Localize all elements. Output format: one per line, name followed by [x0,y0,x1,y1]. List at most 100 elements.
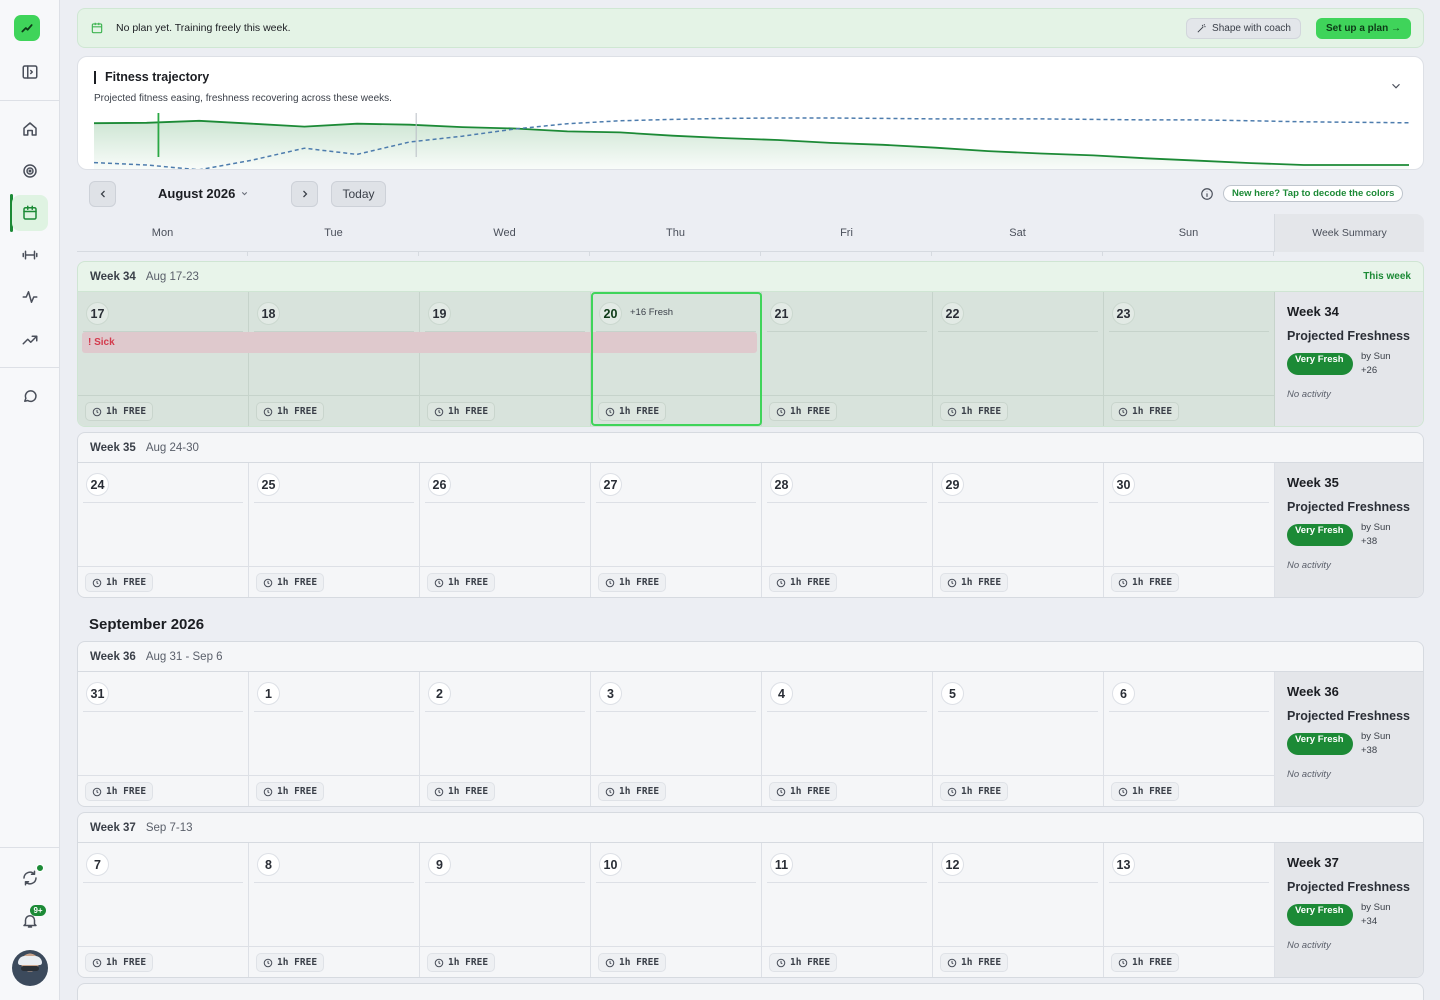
week-summary[interactable]: Week 37 Projected Freshness Very Fresh by S… [1275,843,1423,977]
prev-month-button[interactable] [89,181,116,207]
free-time-chip[interactable]: 1h FREE [598,573,667,592]
day-divider [767,331,927,332]
week-summary[interactable]: Week 36 Projected Freshness Very Fresh by S… [1275,672,1423,806]
toggle-sidebar-button[interactable] [12,54,48,90]
day-cell[interactable]: 3 1h FREE [591,672,762,806]
day-cell[interactable]: 29 1h FREE [933,463,1104,597]
free-time-chip[interactable]: 1h FREE [256,953,325,972]
day-number: 27 [599,473,622,496]
day-cell[interactable]: 27 1h FREE [591,463,762,597]
week-header[interactable]: Week 34 Aug 17-23 This week [78,262,1423,292]
previous-week-cell-edge [1102,252,1103,256]
sidebar-item-workouts[interactable] [12,237,48,273]
decode-colors-button[interactable]: New here? Tap to decode the colors [1223,185,1404,202]
day-cell[interactable]: 28 1h FREE [762,463,933,597]
free-time-chip[interactable]: 1h FREE [85,953,154,972]
day-cell[interactable]: 23 1h FREE [1104,292,1275,426]
day-cell[interactable]: 17 1h FREE [78,292,249,426]
day-cell[interactable]: 30 1h FREE [1104,463,1275,597]
sidebar-item-goals[interactable] [12,153,48,189]
free-time-chip[interactable]: 1h FREE [769,953,838,972]
week-summary[interactable]: Week 34 Projected Freshness Very Fresh by S… [1275,292,1423,426]
free-time-chip[interactable]: 1h FREE [1111,953,1180,972]
day-cell[interactable]: 2 1h FREE [420,672,591,806]
free-time-chip[interactable]: 1h FREE [1111,782,1180,801]
day-cell[interactable]: 22 1h FREE [933,292,1104,426]
week-summary[interactable]: Week 35 Projected Freshness Very Fresh by S… [1275,463,1423,597]
day-cell[interactable]: 1 1h FREE [249,672,420,806]
free-time-chip[interactable]: 1h FREE [1111,573,1180,592]
sidebar-item-activity[interactable] [12,279,48,315]
free-time-chip[interactable]: 1h FREE [940,573,1009,592]
free-time-label: 1h FREE [619,406,660,417]
free-time-chip[interactable]: 1h FREE [598,782,667,801]
sick-event-bar[interactable]: ! Sick [82,332,757,353]
shape-with-coach-button[interactable]: Shape with coach [1186,18,1301,39]
day-cell[interactable]: 13 1h FREE [1104,843,1275,977]
free-time-chip[interactable]: 1h FREE [769,782,838,801]
next-month-button[interactable] [291,181,318,207]
day-cell[interactable]: 11 1h FREE [762,843,933,977]
day-cell[interactable]: 24 1h FREE [78,463,249,597]
info-icon[interactable] [1200,187,1214,201]
free-time-chip[interactable]: 1h FREE [1111,402,1180,421]
free-time-chip[interactable]: 1h FREE [427,782,496,801]
day-number: 20 [599,302,622,325]
set-up-plan-button[interactable]: Set up a plan → [1315,18,1411,39]
day-cell[interactable]: 26 1h FREE [420,463,591,597]
day-cell[interactable]: 9 1h FREE [420,843,591,977]
avatar[interactable] [12,950,48,986]
day-divider [596,882,756,883]
week-header[interactable]: Week 35 Aug 24-30 [78,433,1423,463]
free-time-chip[interactable]: 1h FREE [940,402,1009,421]
notifications-button[interactable]: 9+ [12,903,48,939]
day-number: 8 [257,853,280,876]
free-time-chip[interactable]: 1h FREE [85,573,154,592]
day-cell[interactable]: 5 1h FREE [933,672,1104,806]
sidebar-item-progress[interactable] [12,322,48,358]
sidebar-item-home[interactable] [12,111,48,147]
free-time-chip[interactable]: 1h FREE [256,573,325,592]
week-header[interactable]: Week 37 Sep 7-13 [78,813,1423,843]
free-time-chip[interactable]: 1h FREE [427,402,496,421]
day-footer: 1h FREE [249,566,419,597]
free-time-chip[interactable]: 1h FREE [427,573,496,592]
day-divider [767,882,927,883]
today-button[interactable]: Today [331,181,386,207]
month-selector[interactable]: August 2026 [158,186,249,201]
day-cell[interactable]: 7 1h FREE [78,843,249,977]
home-icon [23,122,37,136]
day-cell[interactable]: 18 1h FREE [249,292,420,426]
free-time-chip[interactable]: 1h FREE [256,402,325,421]
trajectory-subtitle: Projected fitness easing, freshness reco… [94,93,392,104]
day-cell[interactable]: 8 1h FREE [249,843,420,977]
day-cell[interactable]: 10 1h FREE [591,843,762,977]
day-cell[interactable]: 4 1h FREE [762,672,933,806]
sync-button[interactable] [12,860,48,896]
coach-button-label: Shape with coach [1212,23,1291,34]
free-time-chip[interactable]: 1h FREE [427,953,496,972]
sidebar-item-calendar[interactable] [12,195,48,231]
free-time-chip[interactable]: 1h FREE [85,782,154,801]
sidebar-item-chat[interactable] [12,378,48,414]
magic-wand-icon [1197,24,1206,33]
app-logo-icon[interactable] [14,15,40,41]
free-time-chip[interactable]: 1h FREE [940,782,1009,801]
free-time-chip[interactable]: 1h FREE [769,573,838,592]
free-time-chip[interactable]: 1h FREE [940,953,1009,972]
free-time-label: 1h FREE [106,957,147,968]
day-cell[interactable]: 19 1h FREE [420,292,591,426]
day-cell[interactable]: 21 1h FREE [762,292,933,426]
week-header[interactable]: Week 36 Aug 31 - Sep 6 [78,642,1423,672]
chevron-down-icon[interactable] [1389,79,1403,93]
free-time-chip[interactable]: 1h FREE [85,402,154,421]
day-cell[interactable]: 6 1h FREE [1104,672,1275,806]
day-cell[interactable]: 25 1h FREE [249,463,420,597]
free-time-chip[interactable]: 1h FREE [598,953,667,972]
day-cell[interactable]: 12 1h FREE [933,843,1104,977]
free-time-chip[interactable]: 1h FREE [256,782,325,801]
day-cell[interactable]: 20 +16 Fresh 1h FREE [591,292,762,426]
day-cell[interactable]: 31 1h FREE [78,672,249,806]
free-time-chip[interactable]: 1h FREE [769,402,838,421]
free-time-chip[interactable]: 1h FREE [598,402,667,421]
